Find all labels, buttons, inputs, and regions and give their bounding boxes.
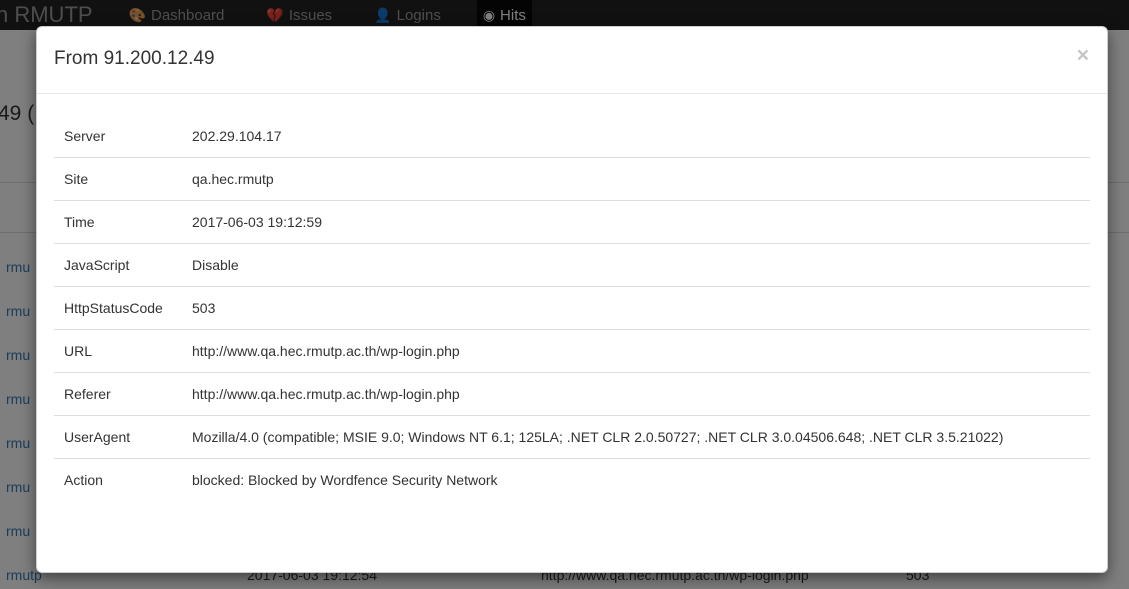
detail-row-site: Site qa.hec.rmutp (54, 157, 1090, 201)
detail-row-useragent: UserAgent Mozilla/4.0 (compatible; MSIE 9… (54, 415, 1090, 459)
detail-row-javascript: JavaScript Disable (54, 243, 1090, 287)
detail-row-server: Server 202.29.104.17 (54, 115, 1090, 158)
detail-row-url: URL http://www.qa.hec.rmutp.ac.th/wp-logi… (54, 329, 1090, 373)
detail-value: Mozilla/4.0 (compatible; MSIE 9.0; Windo… (182, 415, 1090, 459)
detail-key: Site (54, 157, 182, 201)
close-icon[interactable]: × (1077, 45, 1089, 66)
details-table: Server 202.29.104.17 Site qa.hec.rmutp Time 2… (54, 115, 1090, 501)
hit-details-modal: From 91.200.12.49 × Server 202.29.104.17 S… (36, 26, 1108, 573)
detail-key: UserAgent (54, 415, 182, 459)
detail-key: JavaScript (54, 243, 182, 287)
detail-key: URL (54, 329, 182, 373)
modal-body: Server 202.29.104.17 Site qa.hec.rmutp Time 2… (37, 94, 1107, 501)
detail-value: 503 (182, 286, 1090, 330)
detail-key: Server (64, 128, 106, 144)
detail-key: Action (54, 458, 182, 501)
modal-header: From 91.200.12.49 × (37, 27, 1107, 94)
detail-key: Referer (54, 372, 182, 416)
detail-value: 202.29.104.17 (192, 128, 282, 144)
detail-value: qa.hec.rmutp (182, 157, 1090, 201)
detail-value: Disable (182, 243, 1090, 287)
detail-row-referer: Referer http://www.qa.hec.rmutp.ac.th/wp-… (54, 372, 1090, 416)
detail-row-time: Time 2017-06-03 19:12:59 (54, 200, 1090, 244)
detail-row-httpstatuscode: HttpStatusCode 503 (54, 286, 1090, 330)
detail-value: http://www.qa.hec.rmutp.ac.th/wp-login.p… (182, 372, 1090, 416)
detail-value: http://www.qa.hec.rmutp.ac.th/wp-login.p… (182, 329, 1090, 373)
detail-value: blocked: Blocked by Wordfence Security N… (182, 458, 1090, 501)
detail-key: Time (54, 200, 182, 244)
detail-key: HttpStatusCode (54, 286, 182, 330)
modal-title: From 91.200.12.49 (54, 48, 215, 69)
detail-value: 2017-06-03 19:12:59 (182, 200, 1090, 244)
detail-row-action: Action blocked: Blocked by Wordfence Secu… (54, 458, 1090, 501)
